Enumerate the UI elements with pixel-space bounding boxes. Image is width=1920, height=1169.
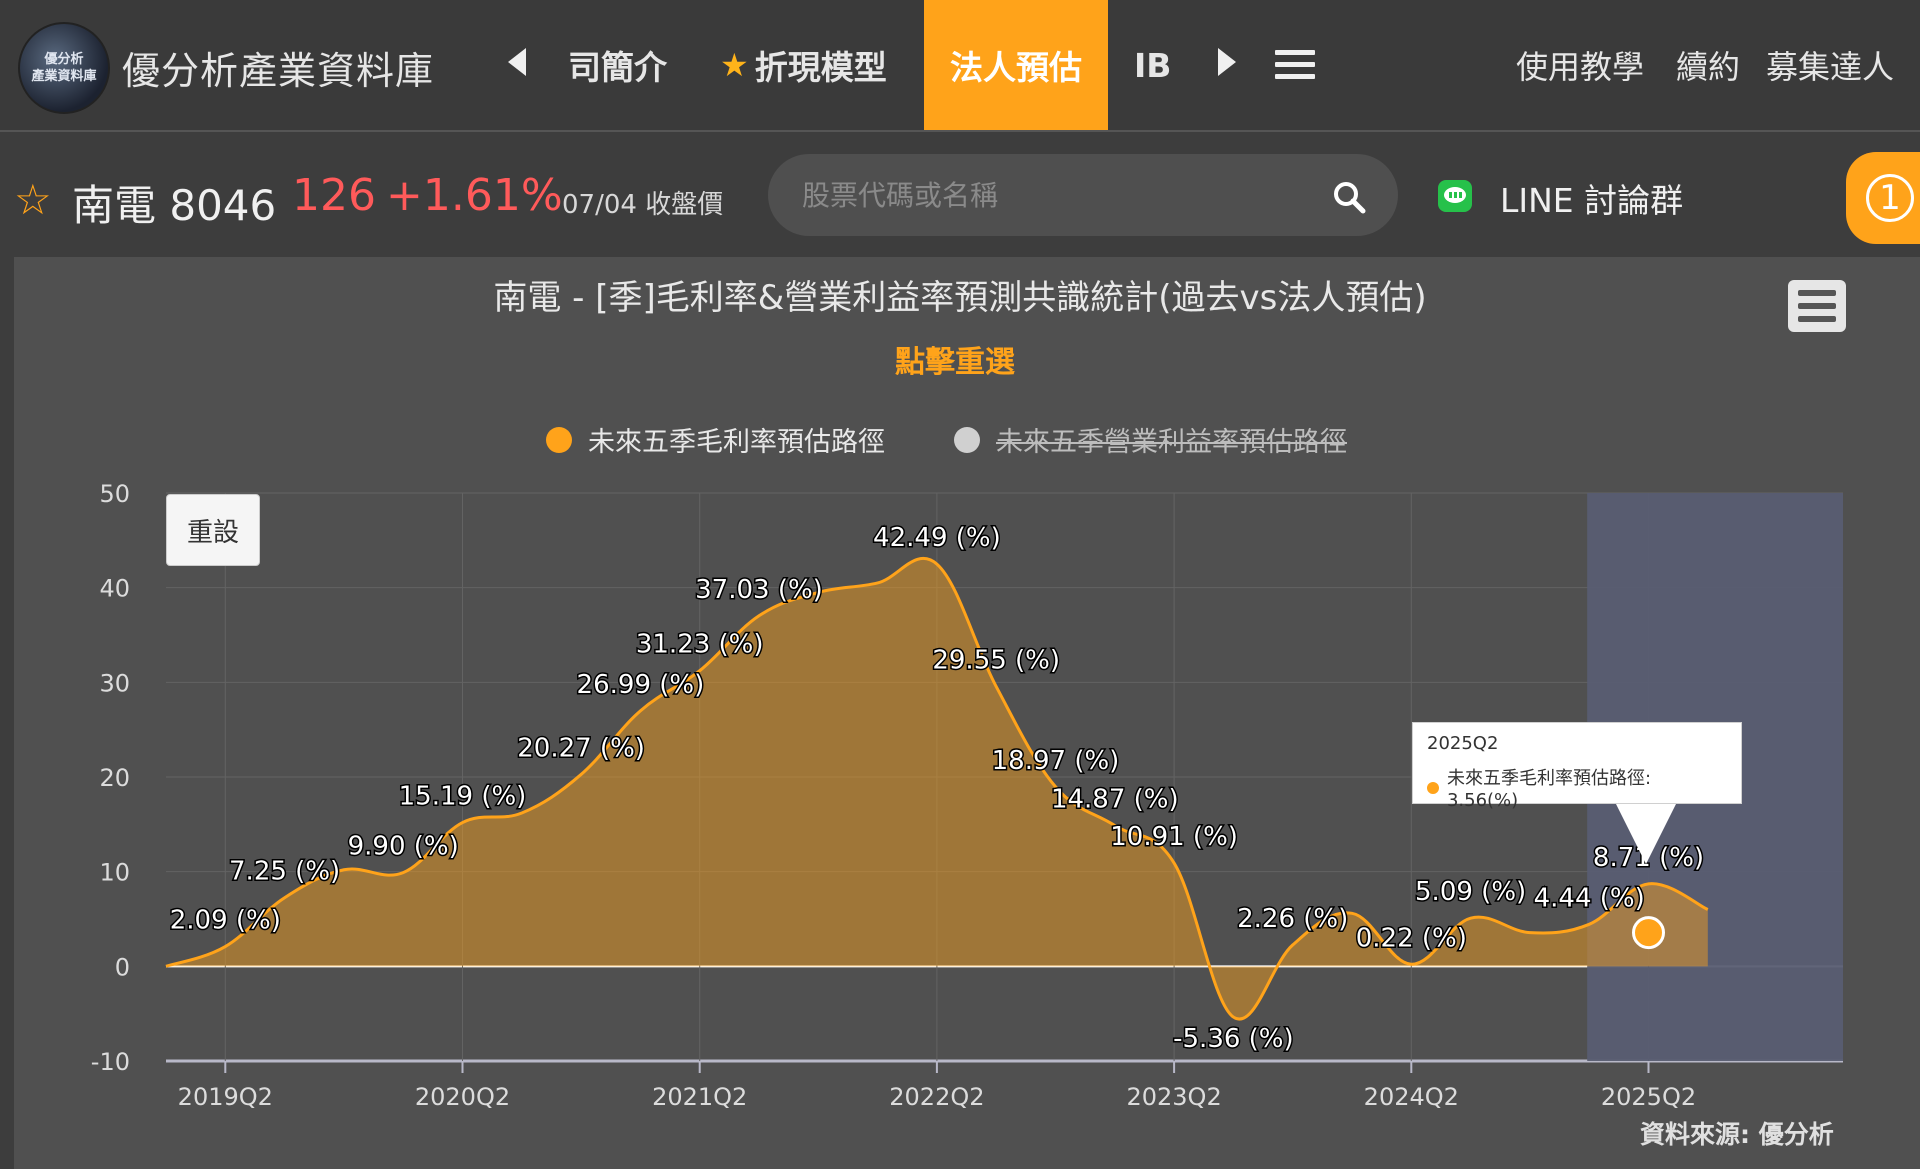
x-tick-label: 2020Q2 — [415, 1083, 510, 1111]
data-label: -5.36 (%) — [1173, 1024, 1294, 1054]
x-tick-label: 2019Q2 — [178, 1083, 273, 1111]
tooltip-pointer — [1616, 804, 1676, 864]
data-label: 9.90 (%) — [348, 832, 459, 862]
data-label: 26.99 (%) — [577, 670, 705, 700]
y-tick-label: 10 — [99, 859, 130, 887]
y-tick-label: 20 — [99, 764, 130, 792]
data-label: 2.09 (%) — [170, 906, 281, 936]
zoom-reset-button[interactable]: 重設 — [166, 494, 260, 566]
x-tick-label: 2021Q2 — [652, 1083, 747, 1111]
data-label: 18.97 (%) — [992, 746, 1120, 776]
x-tick-label: 2024Q2 — [1364, 1083, 1459, 1111]
chart-tooltip: 2025Q2 未來五季毛利率預估路徑: 3.56(%) — [1412, 722, 1742, 811]
highlight-point — [1632, 916, 1665, 950]
data-label: 20.27 (%) — [517, 733, 645, 763]
data-label: 7.25 (%) — [229, 857, 340, 887]
data-label: 37.03 (%) — [695, 575, 823, 605]
x-tick-label: 2023Q2 — [1126, 1083, 1221, 1111]
data-label: 5.09 (%) — [1415, 877, 1526, 907]
data-label: 15.19 (%) — [399, 782, 527, 812]
margin-chart[interactable]: 2.09 (%) 7.25 (%) 9.90 (%) 15.19 (%) 20.27 (… — [0, 0, 1920, 1169]
tooltip-series-dot — [1427, 781, 1439, 794]
y-tick-label: 30 — [99, 669, 130, 697]
data-label: 14.87 (%) — [1051, 785, 1179, 815]
tooltip-title: 2025Q2 — [1427, 733, 1499, 754]
data-label: 10.91 (%) — [1110, 822, 1238, 852]
x-tick-label: 2025Q2 — [1601, 1083, 1696, 1111]
data-label: 2.26 (%) — [1237, 904, 1348, 934]
y-tick-label: 40 — [99, 575, 130, 603]
data-label: 42.49 (%) — [873, 523, 1001, 553]
data-label: 4.44 (%) — [1534, 883, 1645, 913]
data-label: 29.55 (%) — [932, 646, 1060, 676]
chart-marker — [1632, 916, 1665, 950]
y-tick-label: 0 — [115, 953, 130, 981]
x-tick-label: 2022Q2 — [889, 1083, 984, 1111]
y-tick-label: -10 — [91, 1048, 130, 1076]
data-label: 0.22 (%) — [1356, 923, 1467, 953]
data-label: 31.23 (%) — [636, 630, 764, 660]
data-source: 資料來源: 優分析 — [1640, 1120, 1834, 1149]
tooltip-value: 未來五季毛利率預估路徑: 3.56(%) — [1446, 768, 1652, 811]
y-tick-label: 50 — [99, 480, 130, 508]
